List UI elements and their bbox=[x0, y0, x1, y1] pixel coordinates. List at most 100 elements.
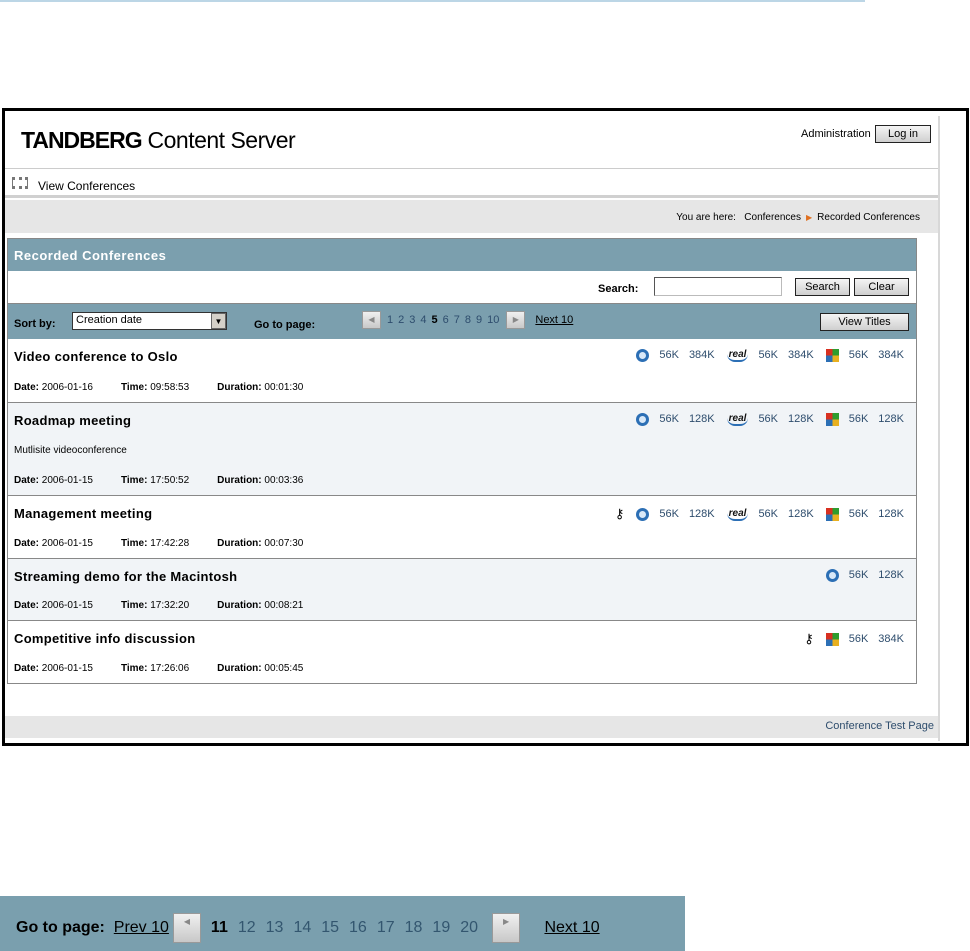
qt-56k-link[interactable]: 56K bbox=[849, 569, 869, 581]
chevron-down-icon[interactable]: ▼ bbox=[211, 313, 226, 329]
search-input[interactable] bbox=[654, 277, 782, 296]
clear-button[interactable]: Clear bbox=[854, 278, 909, 296]
date-label: Date: bbox=[14, 538, 40, 549]
page-link-6[interactable]: 6 bbox=[443, 314, 449, 326]
wm-128k-link[interactable]: 128K bbox=[878, 413, 904, 425]
prev-10-link[interactable]: Prev 10 bbox=[114, 919, 169, 936]
conference-title[interactable]: Competitive info discussion bbox=[14, 631, 195, 646]
quicktime-icon[interactable] bbox=[825, 569, 839, 582]
key-icon: ⚷ bbox=[804, 631, 814, 646]
page-link-1[interactable]: 1 bbox=[387, 314, 393, 326]
breadcrumb-conferences[interactable]: Conferences bbox=[744, 212, 801, 223]
page-link-20[interactable]: 20 bbox=[460, 919, 478, 936]
realplayer-icon[interactable]: real bbox=[726, 349, 749, 362]
qt-128k-link[interactable]: 128K bbox=[689, 413, 715, 425]
quicktime-icon[interactable] bbox=[636, 349, 650, 362]
page-link-13[interactable]: 13 bbox=[266, 919, 284, 936]
breadcrumb: You are here: Conferences ▶ Recorded Confe… bbox=[5, 200, 938, 233]
film-icon bbox=[12, 177, 28, 189]
wm-384k-link[interactable]: 384K bbox=[878, 633, 904, 645]
prev-page-icon[interactable]: ◀ bbox=[362, 311, 381, 329]
duration-label: Duration: bbox=[217, 475, 262, 486]
wm-56k-link[interactable]: 56K bbox=[849, 633, 869, 645]
qt-56k-link[interactable]: 56K bbox=[659, 349, 679, 361]
real-56k-link[interactable]: 56K bbox=[758, 413, 778, 425]
bottom-next-10-link[interactable]: Next 10 bbox=[544, 919, 599, 936]
conference-title[interactable]: Video conference to Oslo bbox=[14, 349, 178, 364]
administration-label: Administration bbox=[801, 128, 871, 140]
page-link-3[interactable]: 3 bbox=[409, 314, 415, 326]
page-link-5[interactable]: 5 bbox=[432, 314, 438, 326]
conference-row: Streaming demo for the Macintosh Date: 20… bbox=[8, 559, 916, 621]
right-divider bbox=[938, 116, 940, 741]
page-link-9[interactable]: 9 bbox=[476, 314, 482, 326]
real-384k-link[interactable]: 384K bbox=[788, 349, 814, 361]
page-link-19[interactable]: 19 bbox=[432, 919, 450, 936]
next-page-icon[interactable]: ▶ bbox=[506, 311, 526, 329]
search-row: Search: Search Clear bbox=[8, 271, 916, 304]
page-link-7[interactable]: 7 bbox=[454, 314, 460, 326]
windows-media-icon[interactable] bbox=[825, 349, 839, 362]
date-label: Date: bbox=[14, 663, 40, 674]
duration-field: Duration: 00:03:36 bbox=[217, 475, 317, 486]
time-label: Time: bbox=[120, 663, 148, 674]
conference-title[interactable]: Roadmap meeting bbox=[14, 413, 131, 428]
duration-label: Duration: bbox=[217, 600, 262, 611]
page-link-18[interactable]: 18 bbox=[405, 919, 423, 936]
media-links: 56K 384K real 56K 384K 56K 384K bbox=[624, 349, 904, 362]
date-field: Date: 2006-01-15 bbox=[14, 600, 107, 611]
page-link-17[interactable]: 17 bbox=[377, 919, 395, 936]
sort-value: Creation date bbox=[76, 314, 143, 326]
windows-media-icon[interactable] bbox=[825, 632, 839, 646]
prev-page-icon[interactable]: ◀ bbox=[172, 913, 201, 943]
quicktime-icon[interactable] bbox=[636, 413, 650, 426]
page-link-8[interactable]: 8 bbox=[465, 314, 471, 326]
qt-128k-link[interactable]: 128K bbox=[689, 508, 715, 520]
pager: ◀ 1 2 3 4 5 6 7 8 9 10 ▶ Next 10 bbox=[362, 311, 573, 329]
page-link-11[interactable]: 11 bbox=[211, 919, 228, 936]
breadcrumb-recorded-conferences[interactable]: Recorded Conferences bbox=[817, 212, 920, 223]
page-link-10[interactable]: 10 bbox=[487, 314, 499, 326]
conference-row: Video conference to Oslo Date: 2006-01-16… bbox=[8, 339, 916, 403]
real-128k-link[interactable]: 128K bbox=[788, 413, 814, 425]
next-10-link[interactable]: Next 10 bbox=[535, 314, 573, 326]
duration-field: Duration: 00:05:45 bbox=[217, 663, 317, 674]
conference-title[interactable]: Management meeting bbox=[14, 506, 152, 521]
nav-view-conferences[interactable]: View Conferences bbox=[38, 179, 135, 193]
wm-384k-link[interactable]: 384K bbox=[878, 349, 904, 361]
conference-title[interactable]: Streaming demo for the Macintosh bbox=[14, 569, 237, 584]
realplayer-icon[interactable]: real bbox=[726, 508, 749, 521]
page-link-16[interactable]: 16 bbox=[349, 919, 367, 936]
windows-media-icon[interactable] bbox=[825, 413, 839, 426]
time-value: 17:50:52 bbox=[150, 475, 190, 486]
page-link-12[interactable]: 12 bbox=[238, 919, 256, 936]
realplayer-icon[interactable]: real bbox=[726, 413, 749, 426]
page-link-14[interactable]: 14 bbox=[293, 919, 311, 936]
page-link-2[interactable]: 2 bbox=[398, 314, 404, 326]
qt-56k-link[interactable]: 56K bbox=[659, 508, 679, 520]
top-divider bbox=[0, 0, 865, 2]
windows-media-icon[interactable] bbox=[825, 507, 839, 521]
sort-select[interactable]: Creation date ▼ bbox=[72, 312, 227, 330]
real-56k-link[interactable]: 56K bbox=[758, 349, 778, 361]
next-page-icon[interactable]: ▶ bbox=[492, 913, 521, 943]
wm-56k-link[interactable]: 56K bbox=[849, 349, 869, 361]
wm-56k-link[interactable]: 56K bbox=[849, 508, 869, 520]
breadcrumb-prefix: You are here: bbox=[676, 212, 736, 223]
real-56k-link[interactable]: 56K bbox=[758, 508, 778, 520]
wm-128k-link[interactable]: 128K bbox=[878, 508, 904, 520]
quicktime-icon[interactable] bbox=[636, 507, 650, 521]
wm-56k-link[interactable]: 56K bbox=[849, 413, 869, 425]
view-titles-button[interactable]: View Titles bbox=[820, 313, 909, 331]
qt-56k-link[interactable]: 56K bbox=[659, 413, 679, 425]
real-128k-link[interactable]: 128K bbox=[788, 508, 814, 520]
conference-test-page-link[interactable]: Conference Test Page bbox=[825, 720, 934, 732]
page-link-15[interactable]: 15 bbox=[321, 919, 339, 936]
qt-128k-link[interactable]: 128K bbox=[878, 569, 904, 581]
search-button[interactable]: Search bbox=[795, 278, 850, 296]
time-field: Time: 17:42:28 bbox=[121, 538, 203, 549]
page-link-4[interactable]: 4 bbox=[420, 314, 426, 326]
qt-384k-link[interactable]: 384K bbox=[689, 349, 715, 361]
login-button[interactable]: Log in bbox=[875, 125, 931, 143]
date-value: 2006-01-16 bbox=[41, 382, 93, 393]
